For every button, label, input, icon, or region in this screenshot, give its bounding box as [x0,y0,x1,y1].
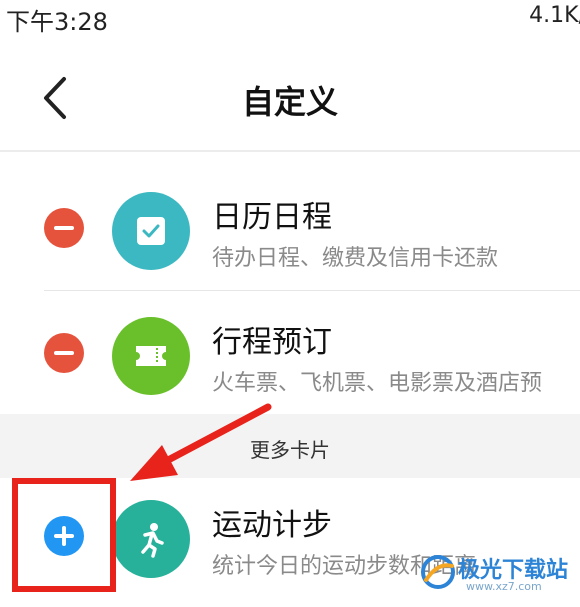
section-label: 更多卡片 [250,438,330,462]
running-person-icon [112,500,190,578]
card-title: 行程预订 [212,325,332,360]
card-row-trip: 行程预订 火车票、飞机票、电影票及酒店预 [0,295,580,413]
watermark-logo-icon [421,555,455,589]
card-title: 运动计步 [212,508,332,543]
card-row-calendar: 日历日程 待办日程、缴费及信用卡还款 [0,170,580,288]
card-description: 火车票、飞机票、电影票及酒店预 [212,371,543,396]
watermark: 极光下载站 www.xz7.com [418,548,580,598]
network-speed: 4.1K/ [529,3,580,28]
row-divider [44,290,580,291]
ticket-icon [112,317,190,395]
header-divider [0,150,580,152]
status-bar: 下午3:28 4.1K/ [0,0,580,36]
page-title: 自定义 [241,83,338,121]
remove-button[interactable] [44,208,84,248]
status-time: 下午3:28 [6,8,108,36]
more-cards-section: 更多卡片 [0,414,580,478]
card-description: 待办日程、缴费及信用卡还款 [212,246,499,271]
remove-button[interactable] [44,333,84,373]
calendar-check-icon [112,192,190,270]
watermark-sub: www.xz7.com [466,580,542,593]
nav-bar: 自定义 [0,55,580,140]
card-title: 日历日程 [212,200,332,235]
arrow-annotation [130,403,272,481]
highlight-box [12,478,116,592]
